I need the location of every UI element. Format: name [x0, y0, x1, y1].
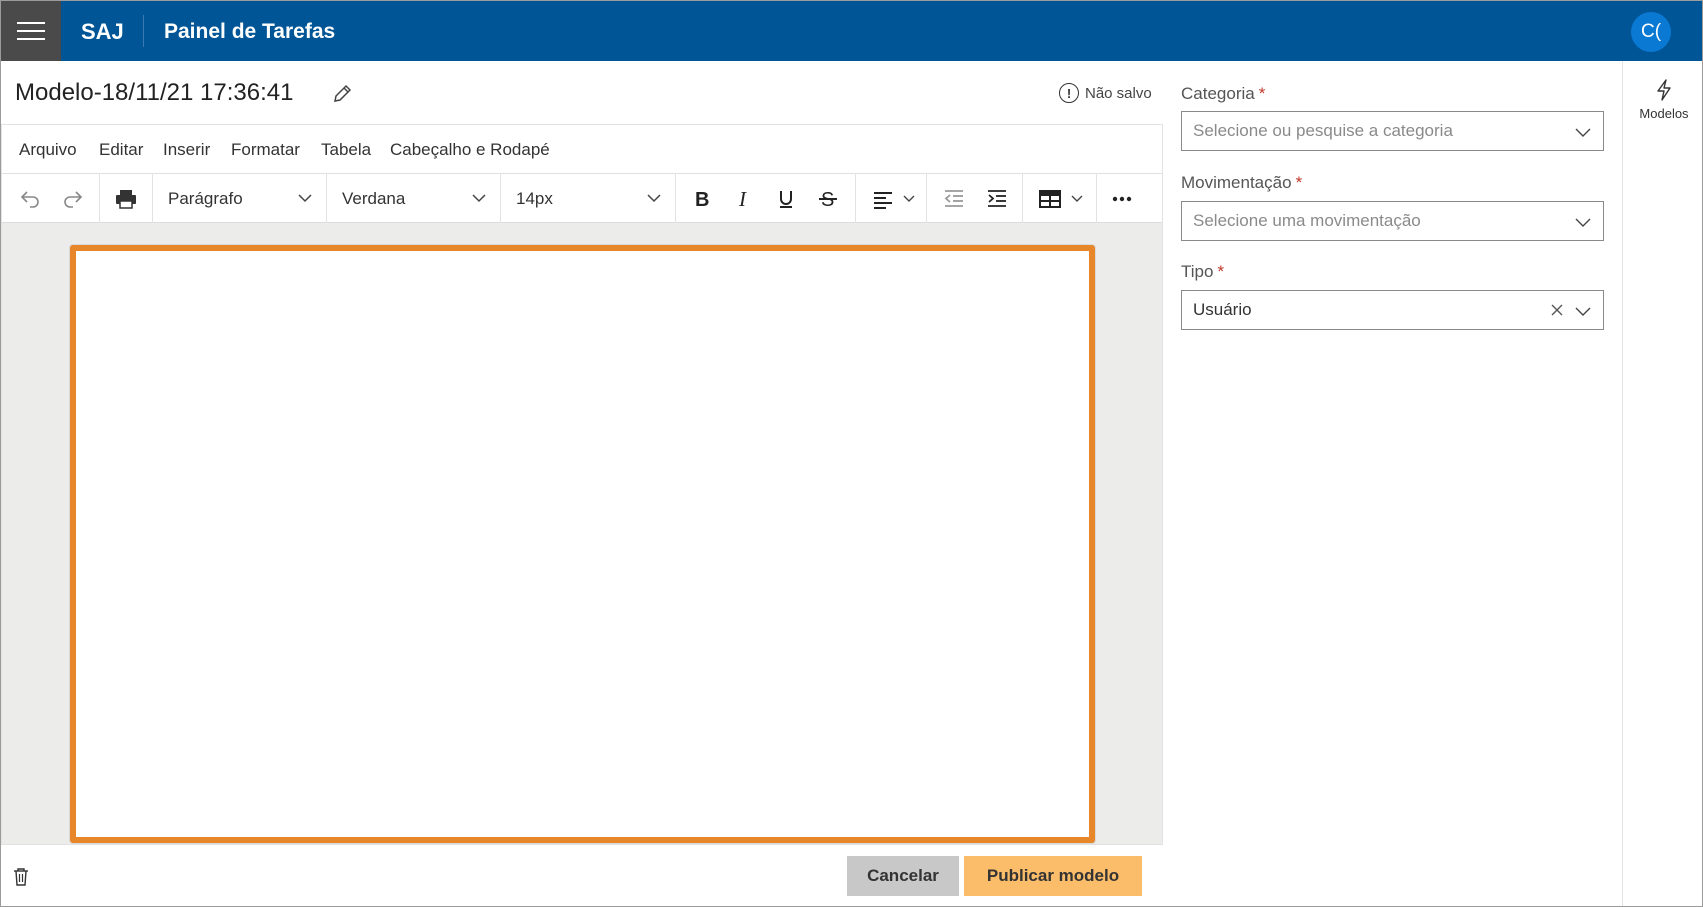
undo-icon[interactable] [15, 184, 45, 214]
align-group[interactable] [856, 174, 927, 223]
font-size-value: 14px [516, 188, 553, 208]
chevron-down-icon [298, 194, 312, 203]
menu-arquivo[interactable]: Arquivo [19, 140, 77, 160]
movimentacao-label: Movimentação * [1181, 173, 1302, 193]
table-icon[interactable] [1035, 184, 1065, 214]
block-format-select[interactable]: Parágrafo [153, 174, 327, 223]
user-avatar[interactable]: C( [1631, 12, 1671, 52]
strikethrough-icon[interactable]: S [813, 184, 843, 214]
align-left-icon[interactable] [868, 184, 898, 214]
top-header: SAJ Painel de Tarefas C( [1, 1, 1702, 61]
chevron-down-icon [472, 194, 486, 203]
models-rail-label[interactable]: Modelos [1623, 106, 1702, 121]
redo-icon[interactable] [58, 184, 88, 214]
rich-text-editor: Arquivo Editar Inserir Formatar Tabela C… [1, 124, 1163, 845]
save-status-text: Não salvo [1085, 84, 1152, 102]
categoria-label-text: Categoria [1181, 84, 1255, 103]
formatting-group: B I S [676, 174, 856, 223]
italic-icon[interactable]: I [729, 184, 759, 214]
chevron-down-icon [1575, 128, 1591, 137]
document-page[interactable] [70, 245, 1095, 843]
tipo-value: Usuário [1193, 300, 1252, 319]
menu-inserir[interactable]: Inserir [163, 140, 210, 160]
required-mark: * [1217, 262, 1225, 281]
menu-tabela[interactable]: Tabela [321, 140, 371, 160]
clear-icon[interactable] [1549, 302, 1565, 318]
font-size-select[interactable]: 14px [501, 174, 676, 223]
menu-cabecalho-rodape[interactable]: Cabeçalho e Rodapé [390, 140, 550, 160]
print-group [100, 174, 153, 223]
svg-text:B: B [695, 189, 709, 210]
save-status: ! Não salvo [1059, 83, 1152, 103]
tipo-label: Tipo * [1181, 262, 1224, 282]
bold-icon[interactable]: B [687, 184, 717, 214]
lightning-icon[interactable] [1654, 79, 1674, 106]
app-window: SAJ Painel de Tarefas C( Modelo-18/11/21… [0, 0, 1703, 907]
tipo-label-text: Tipo [1181, 262, 1214, 281]
app-title: Painel de Tarefas [164, 20, 336, 43]
outdent-icon[interactable] [939, 184, 969, 214]
cancel-button[interactable]: Cancelar [847, 856, 959, 896]
table-group[interactable] [1023, 174, 1097, 223]
indent-icon[interactable] [982, 184, 1012, 214]
chevron-down-icon [903, 195, 915, 202]
header-divider [143, 15, 144, 47]
history-group [2, 174, 100, 223]
categoria-select[interactable]: Selecione ou pesquise a categoria [1181, 111, 1604, 151]
chevron-down-icon [1071, 195, 1083, 202]
edit-title-pencil-icon[interactable] [331, 83, 353, 105]
required-mark: * [1295, 173, 1303, 192]
publish-template-button[interactable]: Publicar modelo [964, 856, 1142, 896]
block-format-value: Parágrafo [168, 188, 243, 208]
movimentacao-label-text: Movimentação [1181, 173, 1292, 192]
font-family-select[interactable]: Verdana [327, 174, 501, 223]
svg-text:I: I [738, 188, 747, 210]
movimentacao-select[interactable]: Selecione uma movimentação [1181, 201, 1604, 241]
print-icon[interactable] [111, 184, 141, 214]
required-mark: * [1258, 84, 1266, 103]
editor-toolbar: Parágrafo Verdana 14px B I S [2, 174, 1162, 223]
chevron-down-icon [1575, 218, 1591, 227]
menu-editar[interactable]: Editar [99, 140, 143, 160]
menu-formatar[interactable]: Formatar [231, 140, 300, 160]
document-title: Modelo-18/11/21 17:36:41 [15, 79, 294, 106]
tipo-select[interactable]: Usuário [1181, 290, 1604, 330]
hamburger-menu-button[interactable] [1, 1, 61, 61]
underline-icon[interactable] [771, 184, 801, 214]
indent-group [927, 174, 1023, 223]
categoria-label: Categoria * [1181, 84, 1265, 104]
brand-logo[interactable]: SAJ [81, 19, 124, 45]
categoria-placeholder: Selecione ou pesquise a categoria [1193, 121, 1453, 140]
alert-circle-icon: ! [1059, 83, 1079, 103]
chevron-down-icon [1575, 307, 1591, 316]
chevron-down-icon [647, 194, 661, 203]
editor-menubar: Arquivo Editar Inserir Formatar Tabela C… [2, 125, 1162, 174]
right-rail: Modelos [1622, 61, 1702, 906]
movimentacao-placeholder: Selecione uma movimentação [1193, 211, 1421, 230]
trash-icon[interactable] [13, 868, 29, 891]
font-family-value: Verdana [342, 188, 406, 208]
more-options-icon[interactable] [1107, 184, 1137, 214]
